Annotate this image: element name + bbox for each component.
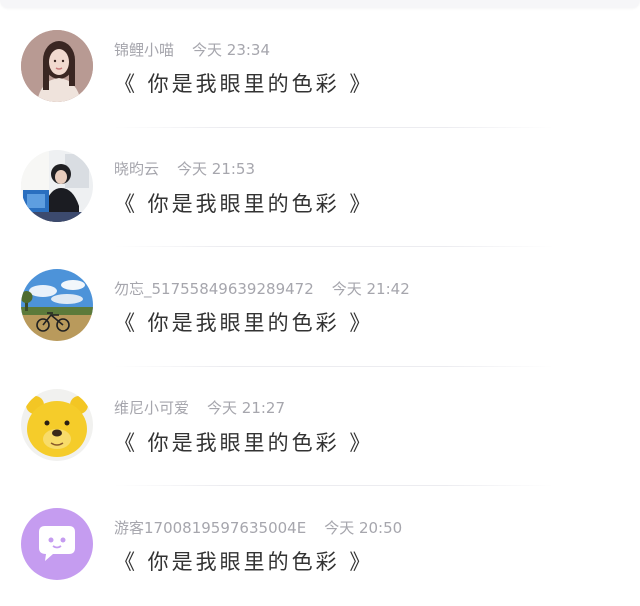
comment-item: 晓昀云 今天 21:53 《 你是我眼里的色彩 》 (0, 128, 640, 247)
timestamp: 今天 21:42 (331, 279, 410, 298)
username[interactable]: 锦鲤小喵 (114, 39, 174, 60)
comment-text: 《 你是我眼里的色彩 》 (114, 550, 374, 574)
comment-meta: 勿忘_51755849639289472 今天 21:42 (114, 277, 410, 299)
comment-meta: 游客1700819597635004E 今天 20:50 (114, 516, 402, 538)
username[interactable]: 晓昀云 (114, 158, 159, 179)
comment-meta: 维尼小可爱 今天 21:27 (114, 397, 285, 419)
comment-text: 《 你是我眼里的色彩 》 (114, 191, 374, 216)
comment-meta: 晓昀云 今天 21:53 (114, 158, 255, 180)
avatar[interactable] (21, 30, 93, 102)
comment-list: 锦鲤小喵 今天 23:34 《 你是我眼里的色彩 》 晓昀云 今天 21:53 (0, 8, 640, 606)
comment-text: 《 你是我眼里的色彩 》 (114, 430, 374, 455)
avatar[interactable] (21, 388, 93, 461)
comment-text: 《 你是我眼里的色彩 》 (114, 311, 374, 335)
timestamp: 今天 20:50 (324, 518, 403, 537)
username[interactable]: 维尼小可爱 (114, 397, 189, 418)
avatar[interactable] (21, 149, 93, 222)
timestamp: 今天 23:34 (192, 40, 271, 59)
comment-meta: 锦鲤小喵 今天 23:34 (114, 38, 270, 60)
avatar[interactable] (21, 269, 93, 341)
timestamp: 今天 21:27 (207, 399, 286, 417)
avatar-winnie-bear-icon (21, 388, 93, 461)
avatar-guest-chat-bubble-icon (21, 508, 93, 580)
comment-item: 维尼小可爱 今天 21:27 《 你是我眼里的色彩 》 (0, 367, 640, 486)
top-card-edge (0, 0, 640, 8)
comment-text: 《 你是我眼里的色彩 》 (114, 72, 374, 96)
avatar-girl-photo-icon (21, 30, 93, 102)
avatar[interactable] (21, 508, 93, 580)
comment-item: 勿忘_51755849639289472 今天 21:42 《 你是我眼里的色彩… (0, 247, 640, 367)
comment-item: 锦鲤小喵 今天 23:34 《 你是我眼里的色彩 》 (0, 8, 640, 128)
avatar-boy-at-desk-photo-icon (21, 149, 93, 222)
avatar-bicycle-field-photo-icon (21, 269, 93, 341)
username[interactable]: 游客1700819597635004E (114, 517, 306, 538)
username[interactable]: 勿忘_51755849639289472 (114, 278, 314, 299)
timestamp: 今天 21:53 (177, 160, 256, 178)
